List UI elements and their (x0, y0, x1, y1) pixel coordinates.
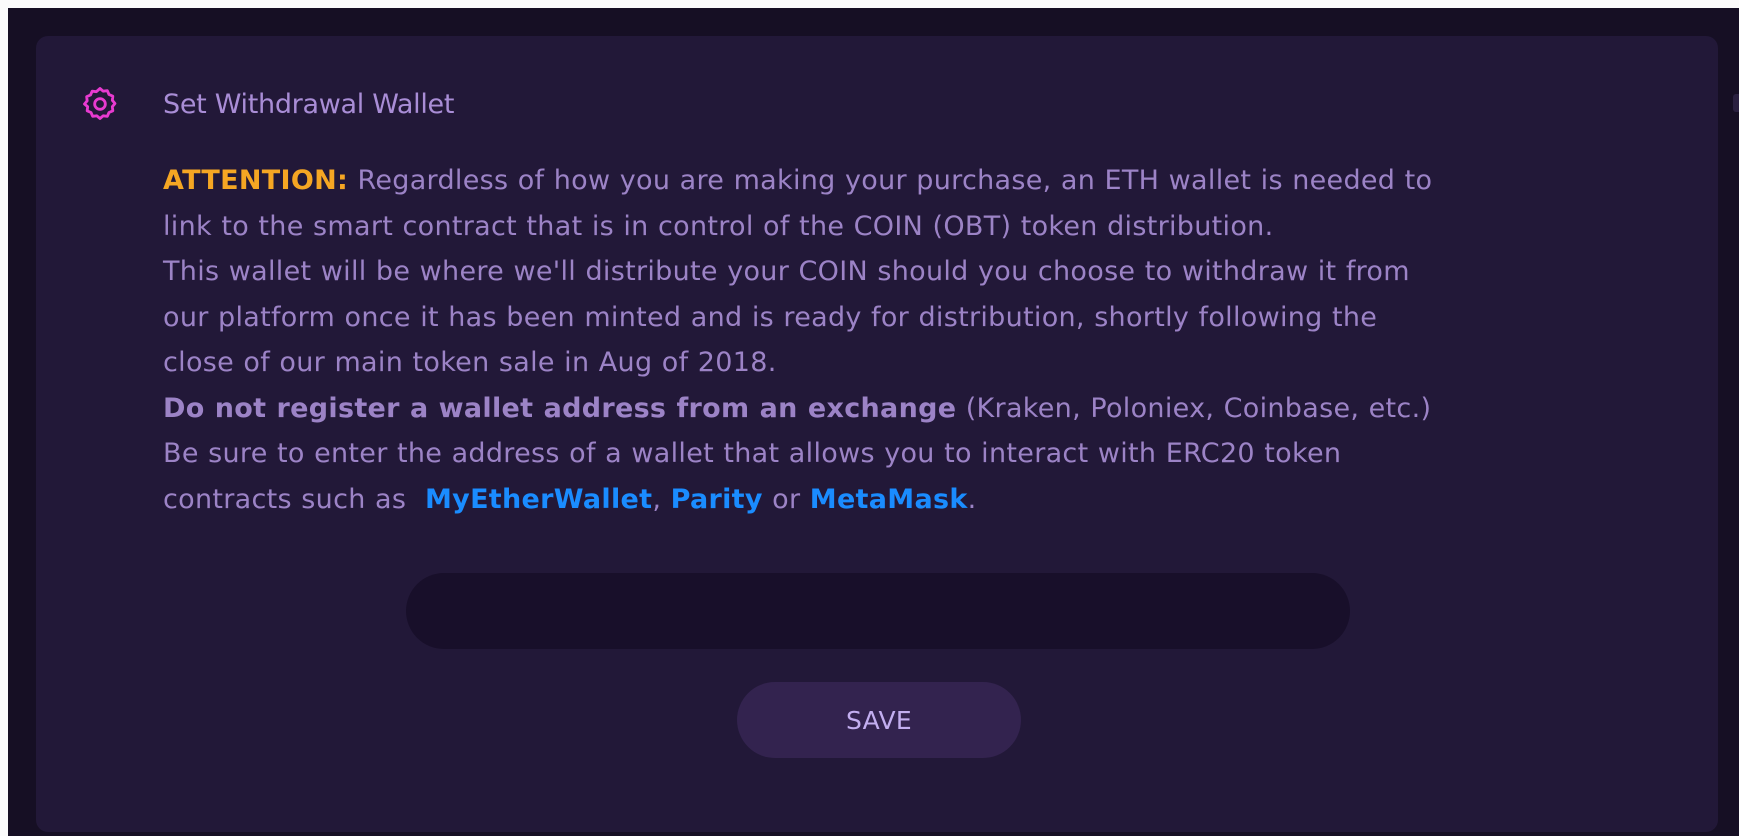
app-frame: Set Withdrawal Wallet ATTENTION: Regardl… (8, 8, 1739, 836)
notice-line-7: Be sure to enter the address of a wallet… (163, 438, 1342, 469)
notice-line-2: link to the smart contract that is in co… (163, 210, 1274, 242)
parity-link[interactable]: Parity (671, 484, 763, 515)
wallet-address-input[interactable] (406, 573, 1350, 649)
attention-label: ATTENTION: (163, 165, 349, 196)
panel-title: Set Withdrawal Wallet (163, 89, 455, 120)
withdrawal-wallet-panel: Set Withdrawal Wallet ATTENTION: Regardl… (36, 36, 1718, 832)
notice-line-3: This wallet will be where we'll distribu… (163, 256, 1410, 287)
notice-line-4: our platform once it has been minted and… (163, 301, 1378, 333)
notice-line-1: ATTENTION: Regardless of how you are mak… (163, 158, 1643, 204)
exchange-warning-examples: (Kraken, Poloniex, Coinbase, etc.) (956, 392, 1432, 424)
exchange-warning: Do not register a wallet address from an… (163, 386, 1643, 432)
gear-icon (83, 87, 117, 120)
panel-header: Set Withdrawal Wallet (36, 36, 1718, 156)
metamask-link[interactable]: MetaMask (810, 484, 968, 515)
exchange-warning-bold: Do not register a wallet address from an… (163, 392, 957, 424)
notice-line-1-text: Regardless of how you are making your pu… (348, 165, 1433, 196)
wallet-notice: ATTENTION: Regardless of how you are mak… (163, 158, 1643, 522)
wallet-links-prefix: contracts such as (163, 483, 425, 515)
notice-line-5: close of our main token sale in Aug of 2… (163, 347, 777, 378)
wallet-links-suffix: . (967, 483, 977, 515)
link-separator: or (762, 483, 810, 515)
myetherwallet-link[interactable]: MyEtherWallet (425, 484, 652, 515)
link-separator: , (652, 483, 671, 515)
wallet-links-line: contracts such as MyEtherWallet, Parity … (163, 477, 1643, 523)
scroll-edge (1733, 94, 1739, 112)
save-button[interactable]: SAVE (737, 682, 1021, 758)
